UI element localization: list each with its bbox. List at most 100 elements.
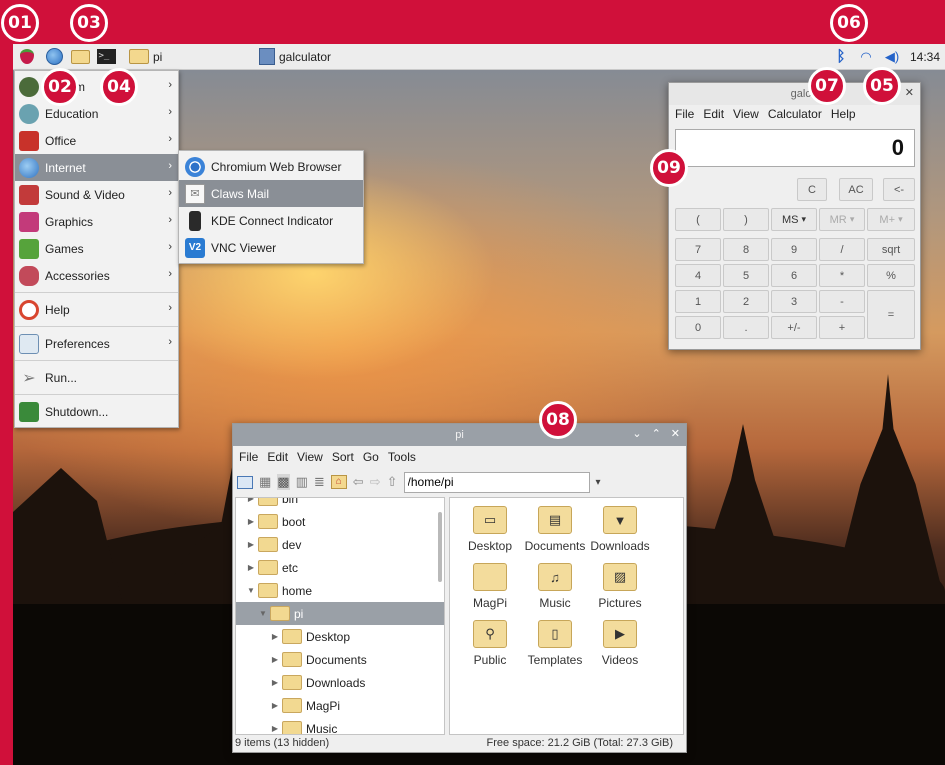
path-input[interactable] [403, 471, 590, 493]
compact-view-icon[interactable]: ▥ [296, 474, 308, 490]
tree-scrollbar[interactable] [438, 512, 442, 582]
digit-4-button[interactable]: 4 [675, 264, 721, 287]
expander-closed-icon[interactable]: ▶ [268, 678, 282, 687]
expander-closed-icon[interactable]: ▶ [268, 724, 282, 733]
equals-button[interactable]: = [867, 290, 915, 339]
memory-add-button[interactable]: M+ ▾ [867, 208, 915, 231]
menu-file[interactable]: File [675, 107, 694, 121]
decimal-point-button[interactable]: . [723, 316, 769, 339]
expander-closed-icon[interactable]: ▶ [268, 655, 282, 664]
close-paren-button[interactable]: ) [723, 208, 769, 231]
menu-edit[interactable]: Edit [267, 450, 288, 464]
menu-item-accessories[interactable]: Accessories › [15, 262, 178, 289]
file-item[interactable]: ▯ Templates [523, 620, 587, 667]
menu-item-shutdown[interactable]: Shutdown... [15, 398, 178, 425]
tree-row[interactable]: ▶ Documents [236, 648, 444, 671]
menu-sort[interactable]: Sort [332, 450, 354, 464]
digit-3-button[interactable]: 3 [771, 290, 817, 313]
menu-item-run[interactable]: ➢ Run... [15, 364, 178, 391]
file-manager-button[interactable] [67, 46, 93, 68]
file-item[interactable]: ▨ Pictures [588, 563, 652, 610]
memory-recall-button[interactable]: MR ▾ [819, 208, 865, 231]
digit-6-button[interactable]: 6 [771, 264, 817, 287]
menu-item-games[interactable]: Games › [15, 235, 178, 262]
menu-item-sound-video[interactable]: Sound & Video › [15, 181, 178, 208]
expander-closed-icon[interactable]: ▶ [244, 540, 258, 549]
expander-closed-icon[interactable]: ▶ [268, 632, 282, 641]
sidebar-toggle-icon[interactable] [237, 475, 253, 489]
minimize-icon[interactable]: ⌄ [632, 427, 641, 440]
file-item[interactable]: ▼ Downloads [588, 506, 652, 553]
expander-closed-icon[interactable]: ▶ [244, 563, 258, 572]
file-item[interactable]: ▤ Documents [523, 506, 587, 553]
digit-2-button[interactable]: 2 [723, 290, 769, 313]
tree-row[interactable]: ▶ Downloads [236, 671, 444, 694]
digit-1-button[interactable]: 1 [675, 290, 721, 313]
web-browser-button[interactable] [41, 46, 67, 68]
divide-button[interactable]: / [819, 238, 865, 261]
menu-item-internet[interactable]: Internet › [15, 154, 178, 181]
digit-9-button[interactable]: 9 [771, 238, 817, 261]
menu-view[interactable]: View [297, 450, 323, 464]
volume-button[interactable]: ◀) [879, 46, 905, 68]
bluetooth-button[interactable]: ᛒ [829, 46, 853, 68]
memory-store-button[interactable]: MS ▾ [771, 208, 817, 231]
home-icon[interactable]: ⌂ [330, 475, 347, 489]
expander-closed-icon[interactable]: ▶ [268, 701, 282, 710]
sqrt-button[interactable]: sqrt [867, 238, 915, 261]
list-view-icon[interactable]: ≣ [314, 474, 325, 490]
digit-5-button[interactable]: 5 [723, 264, 769, 287]
clear-button[interactable]: C [797, 178, 827, 201]
file-item[interactable]: ♫ Music [523, 563, 587, 610]
file-manager-titlebar[interactable]: pi ⌄ ⌃ ✕ [233, 424, 686, 446]
tree-row[interactable]: ▼ home [236, 579, 444, 602]
tree-row[interactable]: ▶ MagPi [236, 694, 444, 717]
clock[interactable]: 14:34 [905, 46, 945, 68]
negate-button[interactable]: +/- [771, 316, 817, 339]
menu-file[interactable]: File [239, 450, 258, 464]
add-button[interactable]: + [819, 316, 865, 339]
file-item[interactable]: MagPi [458, 563, 522, 610]
file-item[interactable]: ⚲ Public [458, 620, 522, 667]
menu-edit[interactable]: Edit [703, 107, 724, 121]
tree-row[interactable]: ▼ pi [236, 602, 444, 625]
maximize-icon[interactable]: ⌃ [652, 427, 661, 440]
back-icon[interactable]: ⇦ [353, 474, 364, 490]
menu-item-vnc-viewer[interactable]: V2 VNC Viewer [179, 234, 363, 261]
digit-8-button[interactable]: 8 [723, 238, 769, 261]
menu-item-office[interactable]: Office › [15, 127, 178, 154]
task-folder-pi[interactable]: pi [129, 46, 259, 68]
subtract-button[interactable]: - [819, 290, 865, 313]
tree-row[interactable]: ▶ Music [236, 717, 444, 734]
thumbnail-view-icon[interactable]: ▩ [277, 474, 290, 490]
tree-row[interactable]: ▶ dev [236, 533, 444, 556]
menu-tools[interactable]: Tools [388, 450, 416, 464]
icon-view-icon[interactable]: ▦ [259, 474, 271, 490]
menu-go[interactable]: Go [363, 450, 379, 464]
menu-item-help[interactable]: Help › [15, 296, 178, 323]
digit-0-button[interactable]: 0 [675, 316, 721, 339]
tree-row[interactable]: ▶ Desktop [236, 625, 444, 648]
close-icon[interactable]: ✕ [671, 427, 680, 440]
menu-item-graphics[interactable]: Graphics › [15, 208, 178, 235]
expander-open-icon[interactable]: ▼ [244, 586, 258, 595]
close-icon[interactable]: ✕ [905, 86, 914, 99]
menu-item-preferences[interactable]: Preferences › [15, 330, 178, 357]
backspace-button[interactable]: <- [883, 178, 915, 201]
menu-item-education[interactable]: Education › [15, 100, 178, 127]
menu-view[interactable]: View [733, 107, 759, 121]
terminal-button[interactable]: >_ [93, 46, 119, 68]
menu-calculator[interactable]: Calculator [768, 107, 822, 121]
digit-7-button[interactable]: 7 [675, 238, 721, 261]
task-galculator[interactable]: galculator [259, 46, 419, 68]
tree-row[interactable]: ▶ bin [236, 498, 444, 510]
file-item[interactable]: ▭ Desktop [458, 506, 522, 553]
menu-item-claws-mail[interactable]: ✉ Claws Mail [179, 180, 363, 207]
tree-row[interactable]: ▶ boot [236, 510, 444, 533]
menu-help[interactable]: Help [831, 107, 856, 121]
menu-item-kde-connect[interactable]: KDE Connect Indicator [179, 207, 363, 234]
expander-closed-icon[interactable]: ▶ [244, 517, 258, 526]
multiply-button[interactable]: * [819, 264, 865, 287]
forward-icon[interactable]: ⇨ [370, 474, 381, 490]
up-icon[interactable]: ⇧ [387, 474, 398, 490]
